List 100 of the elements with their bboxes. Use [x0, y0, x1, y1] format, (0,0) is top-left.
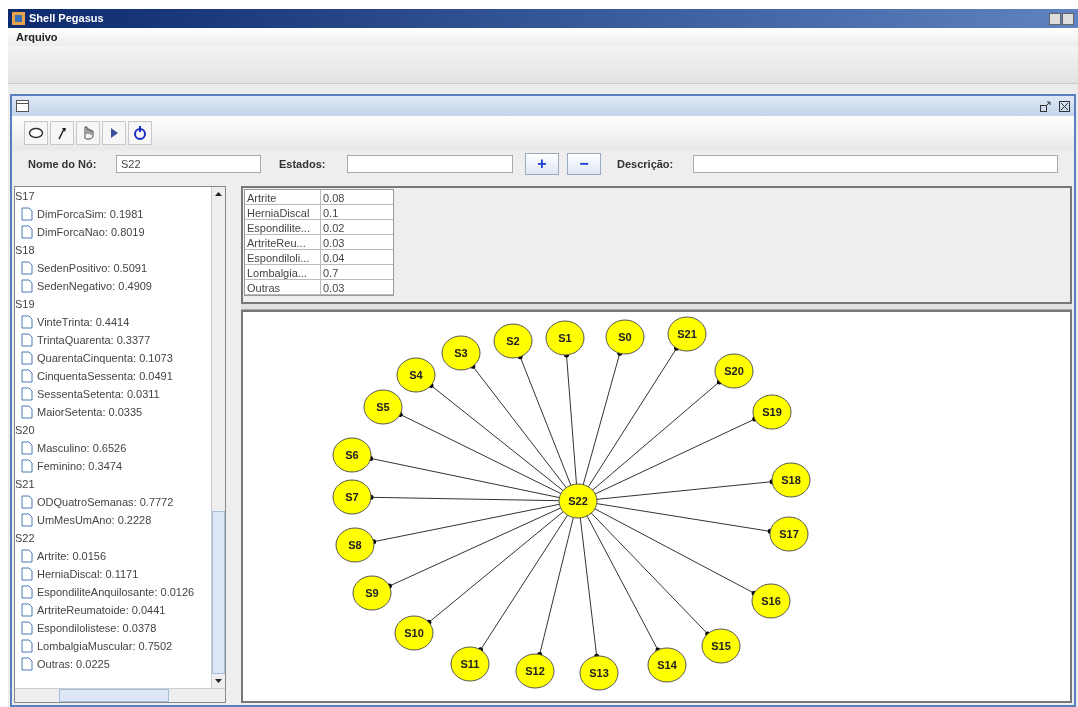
graph-node[interactable] — [394, 615, 434, 651]
node-label: S21 — [677, 328, 697, 340]
graph-node[interactable] — [771, 462, 811, 498]
scroll-down-icon[interactable] — [215, 679, 222, 683]
tree-leaf-label[interactable]: DimForcaSim: 0.1981 — [37, 205, 144, 223]
node-label: S13 — [589, 667, 609, 679]
tree-leaf-label[interactable]: Artrite: 0.0156 — [37, 547, 107, 565]
graph-node[interactable] — [493, 323, 533, 359]
node-label: S16 — [761, 595, 781, 607]
maximize-button[interactable] — [1062, 12, 1074, 25]
arrow-tool-button[interactable] — [50, 121, 74, 145]
ellipse-tool-button[interactable] — [24, 121, 48, 145]
hand-tool-button[interactable] — [76, 121, 100, 145]
graph-node[interactable] — [332, 479, 372, 515]
node-label: S12 — [525, 665, 545, 677]
graph-node[interactable] — [579, 655, 619, 691]
menu-item[interactable]: Arquivo — [12, 28, 62, 46]
horizontal-scrollbar[interactable] — [15, 688, 225, 702]
play-button[interactable] — [102, 121, 126, 145]
graph-node[interactable] — [332, 437, 372, 473]
node-label: S2 — [506, 335, 520, 347]
graph-node[interactable] — [441, 335, 481, 371]
tree-node-label[interactable]: S19 — [15, 295, 35, 313]
node-label: S6 — [345, 449, 359, 461]
document-icon — [21, 495, 33, 509]
tree-leaf-label[interactable]: Outras: 0.0225 — [37, 655, 110, 673]
graph-node[interactable] — [605, 319, 645, 355]
tree-leaf-label[interactable]: ArtriteReumatoide: 0.0441 — [37, 601, 166, 619]
restore-icon[interactable] — [1040, 100, 1051, 112]
table-cell: Artrite — [245, 190, 321, 204]
graph-node[interactable] — [515, 653, 555, 689]
graph-node[interactable] — [701, 628, 741, 664]
add-button[interactable]: + — [525, 153, 559, 175]
tree-node-label[interactable]: S21 — [15, 475, 35, 493]
tree-leaf-label[interactable]: UmMesUmAno: 0.2228 — [37, 511, 152, 529]
tree-leaf-label[interactable]: LombalgiaMuscular: 0.7502 — [37, 637, 173, 655]
table-cell: Espondiloli... — [245, 250, 321, 264]
node-label: S20 — [724, 365, 744, 377]
table-cell-text: 0.02 — [322, 221, 346, 234]
document-icon — [21, 405, 33, 419]
tree-leaf-label[interactable]: QuarentaCinquenta: 0.1073 — [37, 349, 173, 367]
node-label: S19 — [762, 406, 782, 418]
graph-node[interactable] — [450, 646, 490, 682]
table-cell: HerniaDiscal — [245, 205, 321, 219]
node-label: S15 — [711, 640, 731, 652]
remove-button[interactable]: − — [567, 153, 601, 175]
node-label: S5 — [376, 401, 390, 413]
node-label: S17 — [779, 528, 799, 540]
tree-leaf-label[interactable]: ODQuatroSemanas: 0.7772 — [37, 493, 174, 511]
graph-node[interactable] — [667, 316, 707, 352]
tree-leaf-label[interactable]: TrintaQuarenta: 0.3377 — [37, 331, 151, 349]
graph-node[interactable] — [558, 483, 598, 519]
tree-leaf-label[interactable]: MaiorSetenta: 0.0335 — [37, 403, 143, 421]
graph-node[interactable] — [545, 320, 585, 356]
refresh-button[interactable] — [128, 121, 152, 145]
document-icon — [21, 603, 33, 617]
graph-node[interactable] — [769, 516, 809, 552]
tree-leaf-label[interactable]: SessentaSetenta: 0.0311 — [37, 385, 160, 403]
states-field[interactable] — [347, 155, 513, 173]
play-icon — [109, 127, 119, 139]
tree-leaf-label[interactable]: HerniaDiscal: 0.1171 — [37, 565, 139, 583]
table-cell-text: 0.03 — [322, 281, 346, 294]
node-name-label: Nome do Nó: — [28, 156, 98, 172]
graph-node[interactable] — [714, 353, 754, 389]
graph-node[interactable] — [335, 527, 375, 563]
tree-leaf-label[interactable]: VinteTrinta: 0.4414 — [37, 313, 130, 331]
tree-leaf-label[interactable]: Feminino: 0.3474 — [37, 457, 122, 475]
graph-node[interactable] — [647, 647, 687, 683]
states-label: Estados: — [279, 156, 327, 172]
tree-leaf-label[interactable]: Espondilolistese: 0.0378 — [37, 619, 157, 637]
tree-node-label[interactable]: S20 — [15, 421, 35, 439]
tree-leaf-label[interactable]: CinquentaSessenta: 0.0491 — [37, 367, 173, 385]
tree-node-label[interactable]: S18 — [15, 241, 35, 259]
minimize-button[interactable] — [1049, 12, 1061, 25]
node-name-field[interactable]: S22 — [116, 155, 261, 173]
close-icon[interactable] — [1059, 100, 1070, 112]
document-icon — [21, 387, 33, 401]
app-icon — [12, 12, 25, 25]
table-cell-text: 0.08 — [322, 191, 346, 204]
tree-leaf-label[interactable]: Masculino: 0.6526 — [37, 439, 127, 457]
tree-leaf-label[interactable]: SedenPositivo: 0.5091 — [37, 259, 148, 277]
tree-leaf-label[interactable]: DimForcaNao: 0.8019 — [37, 223, 145, 241]
description-field[interactable] — [693, 155, 1058, 173]
scroll-up-icon[interactable] — [215, 192, 222, 196]
document-icon — [21, 369, 33, 383]
document-icon — [21, 585, 33, 599]
document-icon — [21, 333, 33, 347]
node-label: S1 — [558, 332, 572, 344]
graph-node[interactable] — [352, 575, 392, 611]
table-cell-text: 0.04 — [322, 251, 346, 264]
tree-leaf-label[interactable]: SedenNegativo: 0.4909 — [37, 277, 152, 295]
graph-node[interactable] — [751, 583, 791, 619]
vertical-scrollbar[interactable] — [211, 187, 225, 688]
tree-leaf-label[interactable]: EspondiliteAnquilosante: 0.0126 — [37, 583, 195, 601]
graph-node[interactable] — [752, 394, 792, 430]
graph-node[interactable] — [363, 389, 403, 425]
tree-node-label[interactable]: S22 — [15, 529, 35, 547]
document-icon — [21, 567, 33, 581]
tree-node-label[interactable]: S17 — [15, 187, 35, 205]
graph-node[interactable] — [396, 357, 436, 393]
